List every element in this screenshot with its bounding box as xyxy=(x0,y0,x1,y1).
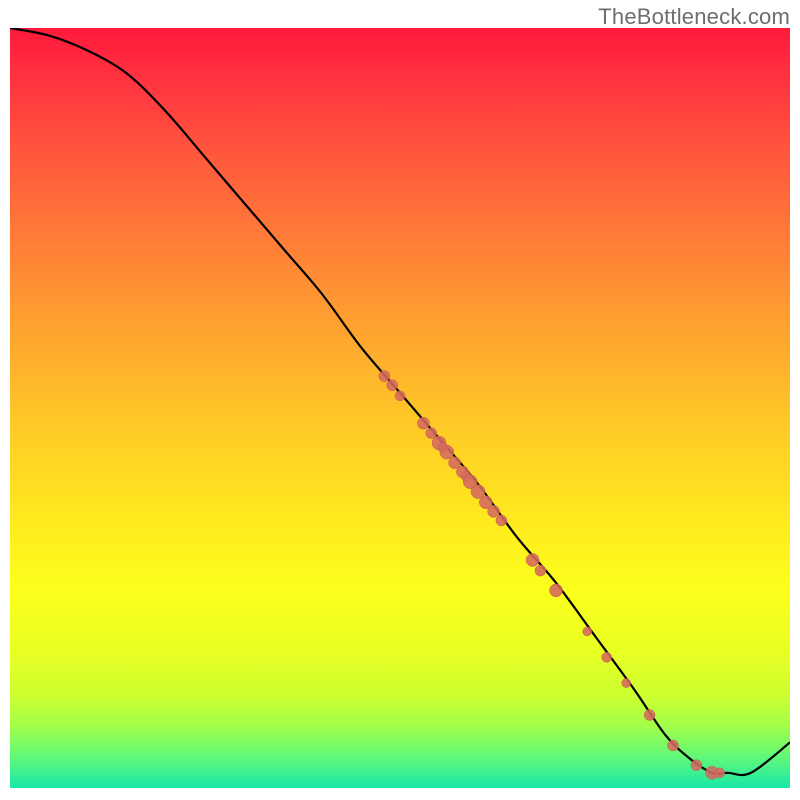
scatter-dot xyxy=(379,371,390,382)
scatter-dot xyxy=(488,505,500,517)
scatter-dot xyxy=(691,760,702,771)
scatter-dots-group xyxy=(379,371,725,780)
scatter-dot xyxy=(583,627,592,636)
chart-container: TheBottleneck.com xyxy=(0,0,800,800)
scatter-dot xyxy=(602,652,612,662)
scatter-dot xyxy=(622,679,631,688)
scatter-dot xyxy=(395,391,405,401)
scatter-dot xyxy=(668,740,679,751)
attribution-text: TheBottleneck.com xyxy=(598,4,790,30)
scatter-dot xyxy=(496,515,507,526)
scatter-dot xyxy=(550,584,563,597)
bottleneck-curve-line xyxy=(10,28,790,775)
scatter-dot xyxy=(715,768,725,778)
plot-svg xyxy=(10,28,790,788)
scatter-dot xyxy=(440,445,454,459)
scatter-dot xyxy=(535,565,546,576)
scatter-dot xyxy=(644,710,655,721)
scatter-dot xyxy=(417,417,429,429)
scatter-dot xyxy=(387,380,398,391)
scatter-dot xyxy=(526,554,539,567)
